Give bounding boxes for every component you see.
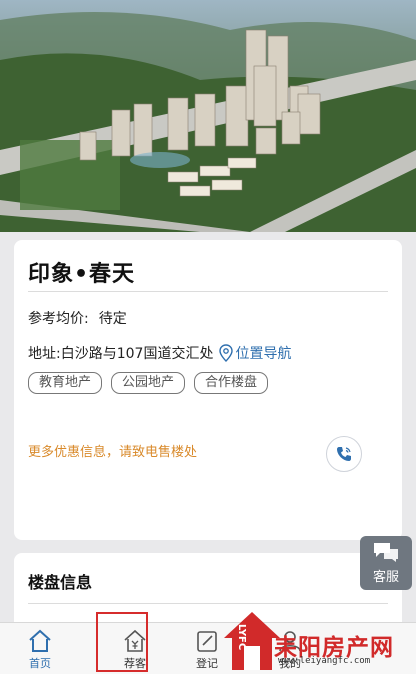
customer-service-label: 客服 (372, 570, 399, 585)
location-nav-link[interactable]: 位置导航 (219, 343, 291, 363)
address-row: 地址:白沙路与107国道交汇处 位置导航 (28, 343, 291, 363)
tag-education: 教育地产 (28, 372, 103, 394)
highlight-box (96, 612, 148, 672)
watermark-house-icon (224, 612, 280, 670)
watermark-url: www.leiyangfc.com (278, 656, 371, 666)
customer-service-button[interactable]: 客服 (360, 536, 412, 590)
project-title: 印象•春天 (28, 262, 136, 287)
price-value: 待定 (98, 311, 127, 327)
watermark-side-text: LYFC (236, 624, 247, 651)
tab-home[interactable]: 首页 (5, 623, 75, 674)
tag-park: 公园地产 (111, 372, 186, 394)
tag-partner: 合作楼盘 (194, 372, 269, 394)
hero-image (0, 0, 416, 232)
location-pin-icon (219, 344, 234, 362)
tab-register-label: 登记 (196, 657, 218, 670)
phone-icon (337, 447, 351, 461)
chat-icon (374, 543, 398, 562)
tag-list: 教育地产 公园地产 合作楼盘 (28, 372, 269, 394)
project-info-card: 印象•春天 参考均价: 待定 地址:白沙路与107国道交汇处 位置导航 教育地产 … (14, 240, 402, 540)
address-text: 地址:白沙路与107国道交汇处 (28, 346, 214, 362)
section-title: 楼盘信息 (28, 573, 93, 592)
tab-home-label: 首页 (29, 657, 51, 670)
divider (28, 291, 388, 292)
promo-text: 更多优惠信息，请致电售楼处 (28, 445, 198, 460)
price-row: 参考均价: 待定 (28, 308, 137, 328)
location-nav-label: 位置导航 (235, 346, 292, 362)
home-icon (29, 629, 51, 652)
price-label: 参考均价: (28, 311, 89, 327)
register-icon (197, 631, 217, 652)
call-button[interactable] (326, 436, 362, 472)
watermark: LYFC 耒阳房产网 www.leiyangfc.com (222, 606, 414, 672)
divider (28, 603, 388, 604)
